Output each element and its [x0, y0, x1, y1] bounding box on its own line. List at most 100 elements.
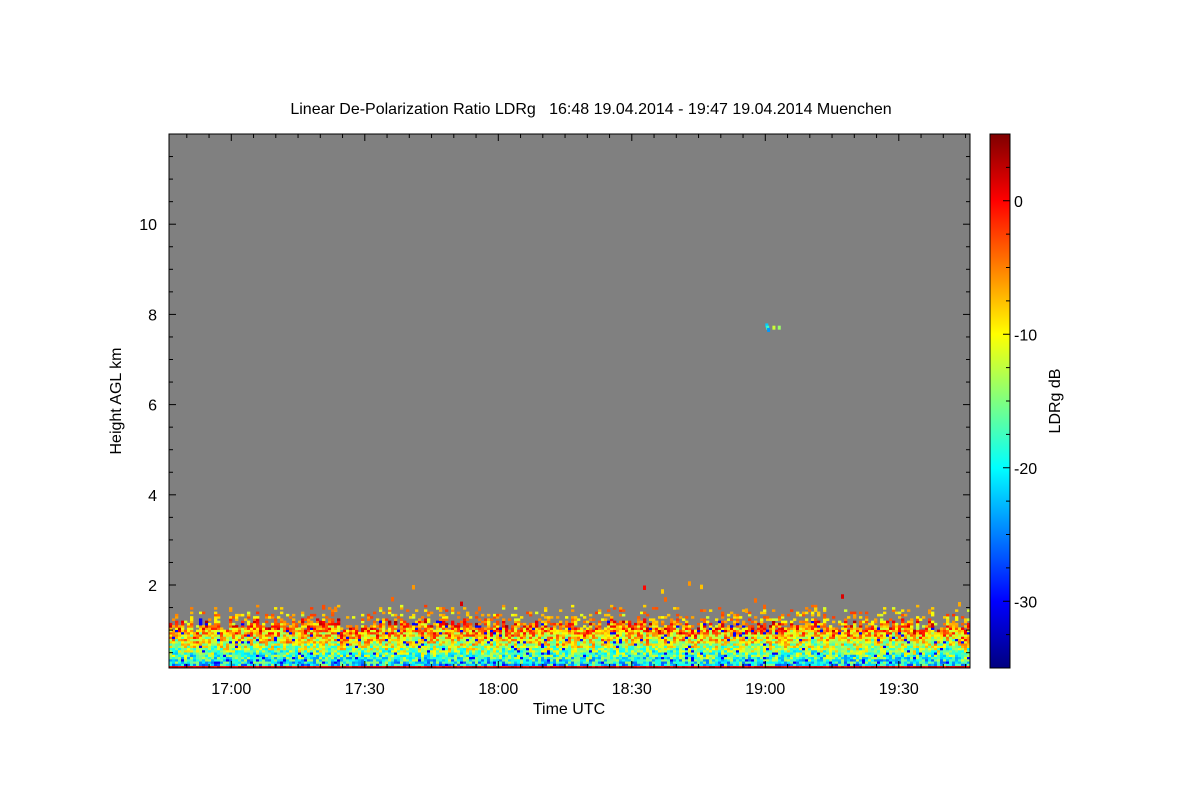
heatmap-cell: [751, 656, 755, 660]
heatmap-cell: [730, 611, 734, 615]
heatmap-cell: [664, 647, 668, 651]
heatmap-cell: [286, 622, 290, 626]
heatmap-cell: [412, 647, 416, 651]
heatmap-cell: [496, 638, 500, 642]
heatmap-cell: [253, 652, 257, 655]
heatmap-cell: [700, 652, 704, 655]
heatmap-cell: [514, 620, 518, 624]
heatmap-cell: [529, 631, 533, 635]
heatmap-cell: [217, 649, 221, 653]
heatmap-cell: [475, 652, 479, 655]
heatmap-cell: [343, 645, 347, 649]
heatmap-cell: [607, 636, 611, 639]
chart-title: Linear De-Polarization Ratio LDRg 16:48 …: [290, 101, 891, 118]
heatmap-cell: [823, 638, 827, 642]
heatmap-cell: [874, 652, 878, 655]
heatmap-cell: [769, 656, 773, 660]
heatmap-cell: [367, 647, 371, 651]
heatmap-cell: [532, 634, 536, 637]
heatmap-cell: [703, 663, 707, 667]
heatmap-cell: [457, 611, 461, 615]
heatmap-cell: [433, 636, 437, 639]
heatmap-cell: [403, 620, 407, 624]
heatmap-cell: [175, 640, 179, 644]
heatmap-cell: [523, 647, 527, 651]
heatmap-cell: [271, 658, 275, 662]
heatmap-cell: [733, 663, 737, 667]
heatmap-cell: [772, 620, 776, 624]
heatmap-cell: [301, 638, 305, 642]
heatmap-cell: [376, 631, 380, 635]
heatmap-cell: [310, 638, 314, 642]
heatmap-cell: [715, 649, 719, 653]
heatmap-cell: [481, 620, 485, 624]
heatmap-cell: [715, 634, 719, 637]
heatmap-cell: [232, 652, 236, 655]
heatmap-cell: [460, 649, 464, 653]
heatmap-cell: [634, 663, 638, 667]
heatmap-cell: [583, 636, 587, 639]
heatmap-cell: [505, 663, 509, 667]
heatmap-cell: [814, 631, 818, 635]
heatmap-cell: [427, 613, 431, 617]
heatmap-cell: [682, 636, 686, 639]
heatmap-cell: [652, 654, 656, 658]
heatmap-cell: [433, 654, 437, 658]
heatmap-cell: [220, 658, 224, 662]
heatmap-cell: [247, 638, 251, 642]
heatmap-cell: [610, 661, 614, 664]
heatmap-cell: [241, 647, 245, 651]
heatmap-cell: [649, 661, 653, 664]
heatmap-cell: [475, 649, 479, 653]
heatmap-cell: [748, 649, 752, 653]
heatmap-cell: [511, 638, 515, 642]
heatmap-cell: [181, 620, 185, 624]
heatmap-cell: [262, 627, 266, 630]
heatmap-cell: [691, 629, 695, 633]
heatmap-cell: [592, 645, 596, 649]
heatmap-cell: [622, 663, 626, 667]
heatmap-cell: [853, 627, 857, 630]
heatmap-cell: [193, 643, 197, 646]
heatmap-cell: [757, 625, 761, 628]
heatmap-cell: [526, 629, 530, 633]
heatmap-cell: [598, 620, 602, 624]
heatmap-cell: [556, 634, 560, 637]
heatmap-cell: [331, 629, 335, 633]
heatmap-cell: [736, 652, 740, 655]
heatmap-cell: [463, 649, 467, 653]
heatmap-cell: [307, 616, 311, 619]
heatmap-cell: [223, 631, 227, 635]
heatmap-cell: [313, 629, 317, 633]
heatmap-cell: [568, 625, 572, 628]
heatmap-cell: [313, 622, 317, 626]
heatmap-cell: [301, 658, 305, 662]
heatmap-cell: [325, 652, 329, 655]
heatmap-cell: [487, 627, 491, 630]
heatmap-cell: [307, 656, 311, 660]
heatmap-cell: [634, 654, 638, 658]
heatmap-cell: [235, 656, 239, 660]
heatmap-cell: [856, 656, 860, 660]
heatmap-cell: [814, 604, 818, 608]
heatmap-cell: [736, 618, 740, 621]
heatmap-cell: [289, 658, 293, 662]
plot-background: [169, 134, 970, 668]
heatmap-cell: [457, 629, 461, 633]
heatmap-cell: [766, 618, 770, 621]
heatmap-cell: [598, 631, 602, 635]
heatmap-cell: [388, 631, 392, 635]
heatmap-cell: [415, 661, 419, 664]
heatmap-cell: [685, 647, 689, 651]
heatmap-cell: [877, 649, 881, 653]
heatmap-cell: [547, 649, 551, 653]
heatmap-cell: [799, 613, 803, 617]
heatmap-cell: [802, 627, 806, 630]
heatmap-cell: [202, 658, 206, 662]
heatmap-cell: [514, 634, 518, 637]
heatmap-cell: [868, 631, 872, 635]
heatmap-cell: [424, 631, 428, 635]
heatmap-cell: [211, 654, 215, 658]
heatmap-cell: [715, 647, 719, 651]
heatmap-cell: [772, 649, 776, 653]
